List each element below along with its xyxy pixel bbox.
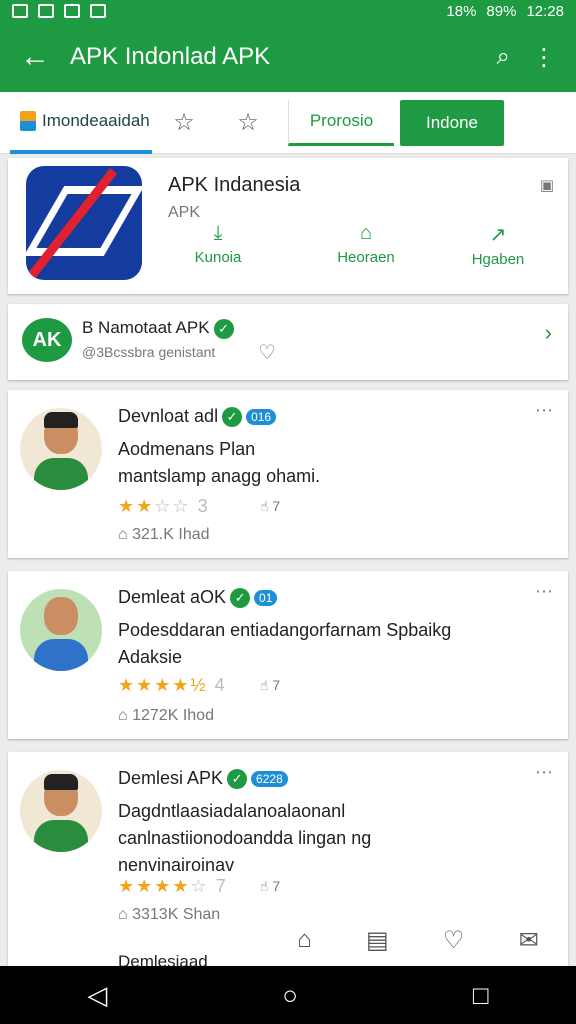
star-icon[interactable]: ☆ [216,108,280,137]
developer-subtitle: @3Bcssbra genistant [82,344,216,360]
time-text: 12:28 [526,2,564,20]
tab-bar: Imondeaaidah ☆ ☆ Prorosio Indone [0,92,576,154]
heart-icon[interactable]: ♡ [258,340,276,365]
install-icon: ⌂ [359,222,373,244]
tab-prorosio[interactable]: Prorosio [288,99,394,146]
list-icon[interactable]: ▤ [366,926,389,955]
review-card[interactable]: Devnloat adl ✓ 016 ⋯ Aodmenans Plan mantsla… [8,390,568,558]
system-navigation-bar: ◁ ○ □ [0,966,576,1024]
more-icon[interactable]: ⋯ [535,581,554,602]
like-count[interactable]: ☝ 7 [260,677,280,694]
stat-hgaben[interactable]: ↗ Hgaben [448,222,548,268]
app-name: APK Indanesia [168,174,301,196]
review-meta: ⌂ 3313K Shan [118,906,221,923]
heart-icon[interactable]: ♡ [443,926,465,955]
avatar [20,589,102,671]
app-logo [26,166,142,280]
back-icon[interactable]: ◁ [87,980,107,1011]
back-button[interactable]: ← [0,40,70,74]
battery-text: 89% [486,2,517,20]
verified-icon: ✓ [213,318,234,339]
notification-icon [38,4,54,18]
developer-logo: AK [22,318,72,362]
app-subtitle: APK [168,204,201,221]
more-icon[interactable]: ⋯ [535,762,554,783]
rating-stars: ★★★★½ 4 [118,675,227,695]
search-icon[interactable]: ⌕ [497,43,510,72]
developer-card[interactable]: AK B Namotaat APK ✓ @3Bcssbra genistant ♡… [8,304,568,380]
home-icon[interactable]: ⌂ [297,926,312,954]
more-menu-icon[interactable]: ⋮ [532,43,556,72]
developer-icon[interactable]: ▣ [540,176,554,194]
notification-icon [90,4,106,18]
recent-apps-icon[interactable]: □ [473,980,489,1011]
tab-main[interactable]: Imondeaaidah [10,92,152,154]
stat-heoraen[interactable]: ⌂ Heoraen [316,222,416,266]
verified-icon: ✓ [222,407,243,428]
avatar [20,770,102,852]
more-icon[interactable]: ⋯ [535,400,554,421]
tab-indone[interactable]: Indone [400,99,504,146]
rating-stars: ★★★★☆ 7 [118,876,228,896]
home-icon[interactable]: ○ [282,980,298,1011]
app-card[interactable]: APK Indanesia APK ▣ ⤓ Kunoia ⌂ Heoraen ↗ Hg… [8,158,568,294]
app-bar-title: APK Indonlad APK [70,43,271,70]
developer-name: B Namotaat APK ✓ [82,318,234,339]
inbox-icon[interactable]: ✉ [519,926,539,955]
stat-kunoia[interactable]: ⤓ Kunoia [168,222,268,266]
star-icon[interactable]: ☆ [152,108,216,137]
verified-icon: ✓ [227,769,248,790]
like-count[interactable]: ☝ 7 [260,878,280,895]
verified-icon: ✓ [230,588,251,609]
notification-icon [12,4,28,18]
share-icon: ↗ [489,224,507,246]
review-card[interactable]: Demleat aOK ✓ 01 ⋯ Podesddaran entiadangor… [8,571,568,739]
chevron-right-icon[interactable]: › [545,320,552,346]
app-tab-icon [20,110,36,131]
signal-text: 18% [446,2,477,20]
status-bar: 18% 89% 12:28 [0,0,576,22]
app-bar: ← APK Indonlad APK ⌕ ⋮ [0,22,576,92]
like-count[interactable]: ☝ 7 [260,498,280,515]
bottom-navigation: ⌂ ▤ ♡ ✉ [270,914,566,966]
review-meta: ⌂ 321.K Ihad [118,526,210,543]
rating-stars: ★★☆☆ 3 [118,496,210,516]
download-icon: ⤓ [213,222,223,244]
review-meta: ⌂ 1272K Ihod [118,707,214,724]
notification-icon [64,4,80,18]
avatar [20,408,102,490]
